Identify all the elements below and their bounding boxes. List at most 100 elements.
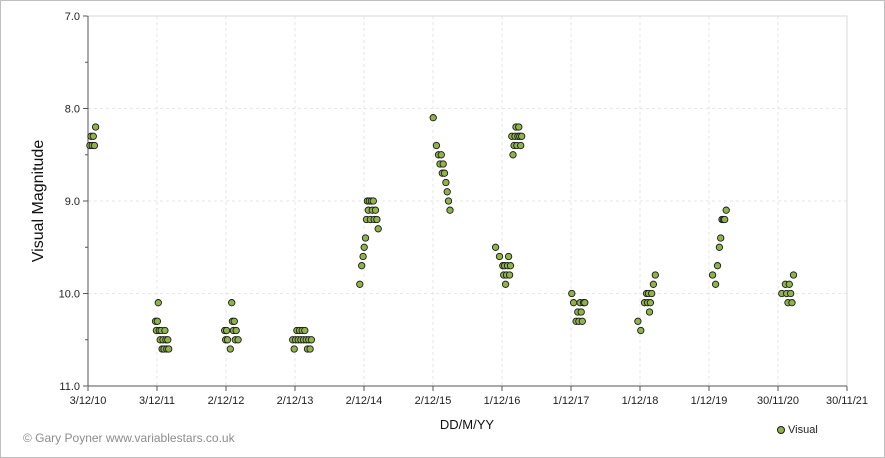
data-point bbox=[222, 326, 231, 335]
data-point bbox=[90, 141, 99, 150]
x-tick-label: 2/12/15 bbox=[415, 395, 452, 407]
grid-lines bbox=[87, 15, 848, 387]
data-point bbox=[711, 280, 720, 288]
data-point bbox=[373, 215, 381, 224]
data-point bbox=[153, 317, 162, 325]
data-point bbox=[569, 299, 578, 307]
data-point bbox=[443, 188, 451, 196]
data-point bbox=[437, 151, 445, 159]
y-tick-label: 9.0 bbox=[65, 196, 80, 208]
data-point bbox=[306, 345, 314, 353]
data-point bbox=[651, 271, 659, 279]
y-tick-label: 7.0 bbox=[65, 11, 80, 23]
credit-text: © Gary Poyner www.variablestars.co.uk bbox=[23, 431, 235, 445]
data-point bbox=[501, 280, 510, 288]
data-point bbox=[439, 160, 447, 168]
data-point bbox=[307, 336, 316, 344]
data-point bbox=[358, 262, 366, 270]
data-point bbox=[634, 317, 642, 325]
x-axis-title: DD/M/YY bbox=[440, 417, 495, 432]
y-axis-title: Visual Magnitude bbox=[30, 140, 47, 263]
data-point bbox=[491, 243, 500, 251]
data-point bbox=[646, 299, 655, 307]
data-point bbox=[568, 289, 576, 298]
axes bbox=[83, 15, 848, 391]
data-point bbox=[432, 141, 441, 150]
data-point bbox=[371, 206, 380, 214]
data-point bbox=[713, 262, 722, 270]
data-point bbox=[234, 336, 242, 344]
data-point bbox=[442, 178, 450, 187]
x-tick-label: 2/12/12 bbox=[208, 395, 245, 407]
data-point bbox=[515, 123, 523, 131]
chart-frame: 7.0 8.0 9.0 10.0 11.0 3/12/10 3/12/11 2/12/12 2… bbox=[0, 0, 885, 458]
legend-marker-icon bbox=[777, 426, 785, 434]
data-point bbox=[165, 345, 173, 353]
data-point bbox=[361, 234, 370, 242]
data-point bbox=[369, 197, 377, 205]
x-tick-label: 3/12/10 bbox=[70, 395, 107, 407]
legend-label: Visual bbox=[788, 424, 818, 436]
data-point bbox=[715, 243, 724, 251]
data-point bbox=[444, 197, 453, 205]
data-point bbox=[504, 252, 513, 261]
x-tick-label: 30/11/21 bbox=[826, 395, 868, 407]
y-tick-labels: 7.0 8.0 9.0 10.0 11.0 bbox=[59, 11, 80, 393]
data-point bbox=[440, 169, 449, 177]
data-point bbox=[789, 271, 798, 279]
data-point bbox=[290, 345, 298, 353]
data-point bbox=[518, 132, 526, 140]
x-tick-label: 2/12/13 bbox=[277, 395, 314, 407]
data-point bbox=[645, 308, 654, 316]
data-point bbox=[91, 123, 100, 131]
data-point bbox=[446, 206, 454, 214]
y-tick-label: 8.0 bbox=[65, 104, 80, 116]
data-point bbox=[226, 345, 234, 353]
data-point bbox=[356, 280, 364, 288]
data-point bbox=[505, 271, 514, 279]
data-point bbox=[708, 271, 717, 279]
y-tick-label: 11.0 bbox=[59, 381, 80, 393]
x-tick-label: 1/12/18 bbox=[622, 395, 659, 407]
data-point bbox=[721, 215, 729, 224]
legend: Visual bbox=[777, 424, 818, 436]
data-point bbox=[89, 132, 97, 140]
data-point bbox=[509, 151, 517, 159]
data-point bbox=[232, 326, 240, 335]
data-point bbox=[230, 317, 238, 325]
data-point bbox=[495, 252, 504, 261]
data-point bbox=[785, 280, 793, 288]
data-point bbox=[506, 262, 515, 270]
x-tick-labels: 3/12/10 3/12/11 2/12/12 2/12/13 2/12/14 2/12/… bbox=[70, 395, 868, 407]
data-point bbox=[577, 308, 585, 316]
data-point bbox=[223, 336, 232, 344]
data-point bbox=[787, 289, 795, 298]
data-point bbox=[517, 141, 525, 150]
data-point bbox=[717, 234, 725, 242]
data-point bbox=[722, 206, 730, 214]
x-tick-label: 1/12/16 bbox=[484, 395, 521, 407]
data-point bbox=[301, 326, 309, 335]
x-tick-label: 1/12/19 bbox=[691, 395, 728, 407]
data-point bbox=[578, 317, 586, 325]
data-points bbox=[86, 114, 798, 353]
data-point bbox=[228, 299, 236, 307]
data-point bbox=[359, 252, 367, 261]
data-point bbox=[648, 289, 656, 298]
data-point bbox=[164, 336, 172, 344]
data-point bbox=[154, 299, 162, 307]
data-point bbox=[374, 225, 382, 233]
x-tick-label: 3/12/11 bbox=[139, 395, 175, 407]
data-point bbox=[429, 114, 437, 122]
x-tick-label: 2/12/14 bbox=[346, 395, 383, 407]
data-point bbox=[581, 299, 589, 307]
data-point bbox=[649, 280, 658, 288]
data-point bbox=[360, 243, 368, 251]
data-point bbox=[788, 299, 796, 307]
y-tick-label: 10.0 bbox=[59, 289, 80, 301]
data-point bbox=[161, 326, 169, 335]
data-point bbox=[637, 326, 645, 335]
visual-magnitude-chart: 7.0 8.0 9.0 10.0 11.0 3/12/10 3/12/11 2/12/12 2… bbox=[30, 11, 868, 432]
x-tick-label: 1/12/17 bbox=[553, 395, 590, 407]
x-tick-label: 30/11/20 bbox=[757, 395, 799, 407]
